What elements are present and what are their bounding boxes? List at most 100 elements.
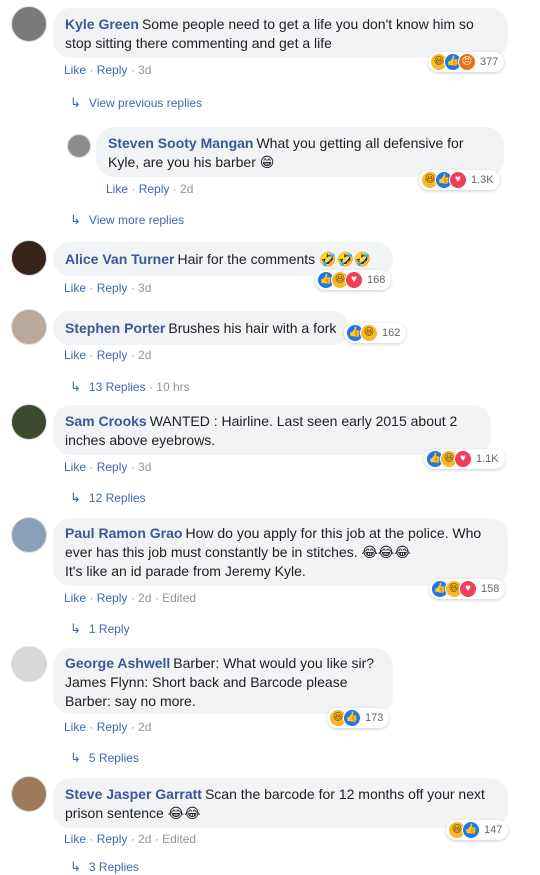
reaction-summary[interactable]: 😆 👍 147	[446, 820, 509, 840]
reaction-count: 158	[481, 583, 500, 595]
replies-link[interactable]: ↳ 1 Reply	[70, 621, 130, 637]
reaction-summary[interactable]: 👍 😆 162	[344, 323, 407, 343]
timestamp[interactable]: 2d	[138, 832, 151, 846]
commenter-name[interactable]: George Ashwell	[65, 655, 170, 671]
comment-actions: Like · Reply · 2d · Edited	[64, 832, 197, 846]
reaction-count: 168	[367, 274, 386, 286]
commenter-name[interactable]: Kyle Green	[65, 16, 139, 32]
comment-bubble: Paul Ramon Grao How do you apply for this…	[53, 518, 508, 586]
commenter-name[interactable]: Steve Jasper Garratt	[65, 786, 202, 802]
avatar[interactable]	[11, 6, 47, 42]
commenter-name[interactable]: Alice Van Turner	[65, 251, 174, 267]
reply-link[interactable]: Reply	[97, 832, 128, 846]
commenter-name[interactable]: Paul Ramon Grao	[65, 525, 182, 541]
avatar[interactable]	[11, 646, 47, 682]
reply-link[interactable]: Reply	[97, 720, 128, 734]
like-reaction-icon: 👍	[462, 821, 480, 839]
comment-actions: Like · Reply · 3d	[64, 63, 152, 77]
comment-text: Brushes his hair with a fork	[168, 320, 337, 336]
comment-text: Hair for the comments 🤣🤣🤣	[177, 251, 372, 267]
reply-arrow-icon: ↳	[70, 95, 81, 110]
reply-link[interactable]: Reply	[139, 182, 170, 196]
reaction-summary[interactable]: 😆 👍 😠 377	[428, 52, 505, 72]
reaction-count: 1.1K	[476, 453, 499, 465]
comment-text: Barber: What would you like sir?	[173, 655, 375, 671]
reaction-count: 147	[484, 824, 503, 836]
like-link[interactable]: Like	[64, 832, 86, 846]
comment-bubble: Stephen Porter Brushes his hair with a fo…	[53, 311, 349, 345]
comment-actions: Like · Reply · 2d	[106, 182, 194, 196]
reply-link[interactable]: Reply	[97, 281, 128, 295]
reaction-count: 1.3K	[471, 174, 494, 186]
view-previous-replies-link[interactable]: ↳ View previous replies	[70, 95, 202, 111]
timestamp[interactable]: 2d	[138, 348, 151, 362]
avatar[interactable]	[11, 309, 47, 345]
comment-bubble: George Ashwell Barber: What would you lik…	[53, 648, 393, 714]
reply-link[interactable]: Reply	[97, 460, 128, 474]
like-reaction-icon: 👍	[343, 709, 361, 727]
reply-arrow-icon: ↳	[70, 621, 81, 636]
like-link[interactable]: Like	[64, 63, 86, 77]
reaction-summary[interactable]: 👍 😆 ♥ 1.1K	[424, 449, 505, 469]
reaction-summary[interactable]: 👍 😆 ♥ 168	[315, 270, 392, 290]
avatar[interactable]	[11, 404, 47, 440]
reply-link[interactable]: Reply	[97, 591, 128, 605]
reaction-count: 162	[382, 327, 401, 339]
reply-link[interactable]: Reply	[97, 63, 128, 77]
replies-link[interactable]: ↳ 3 Replies	[70, 859, 139, 875]
reply-arrow-icon: ↳	[70, 490, 81, 505]
comment-actions: Like · Reply · 3d	[64, 460, 152, 474]
timestamp[interactable]: 2d	[180, 182, 193, 196]
like-link[interactable]: Like	[64, 720, 86, 734]
replies-link[interactable]: ↳ 13 Replies · 10 hrs	[70, 379, 190, 395]
timestamp[interactable]: 3d	[138, 460, 151, 474]
edited-label[interactable]: Edited	[162, 832, 196, 846]
like-link[interactable]: Like	[64, 591, 86, 605]
reply-arrow-icon: ↳	[70, 750, 81, 765]
love-reaction-icon: ♥	[454, 450, 472, 468]
comment-actions: Like · Reply · 2d	[64, 348, 152, 362]
reply-arrow-icon: ↳	[70, 212, 81, 227]
comment-actions: Like · Reply · 3d	[64, 281, 152, 295]
avatar[interactable]	[11, 776, 47, 812]
comment-actions: Like · Reply · 2d · Edited	[64, 591, 197, 605]
reaction-count: 173	[365, 712, 384, 724]
love-reaction-icon: ♥	[449, 171, 467, 189]
reaction-count: 377	[480, 56, 499, 68]
timestamp[interactable]: 3d	[138, 281, 151, 295]
replies-link[interactable]: ↳ 5 Replies	[70, 750, 139, 766]
commenter-name[interactable]: Stephen Porter	[65, 320, 165, 336]
comment-text-line: It's like an id parade from Jeremy Kyle.	[65, 563, 306, 579]
replies-link[interactable]: ↳ 12 Replies	[70, 490, 146, 506]
reaction-summary[interactable]: 😆 👍 173	[327, 708, 390, 728]
like-link[interactable]: Like	[64, 348, 86, 362]
love-reaction-icon: ♥	[345, 271, 363, 289]
angry-reaction-icon: 😠	[458, 53, 476, 71]
like-link[interactable]: Like	[64, 281, 86, 295]
timestamp[interactable]: 3d	[138, 63, 151, 77]
commenter-name[interactable]: Sam Crooks	[65, 413, 147, 429]
reaction-summary[interactable]: 👍 😆 ♥ 158	[429, 579, 506, 599]
comment-actions: Like · Reply · 2d	[64, 720, 152, 734]
reply-link[interactable]: Reply	[97, 348, 128, 362]
reaction-summary[interactable]: 😆 👍 ♥ 1.3K	[419, 170, 500, 190]
comment-bubble: Sam Crooks WANTED : Hairline. Last seen e…	[53, 405, 491, 455]
avatar[interactable]	[11, 240, 47, 276]
avatar[interactable]	[67, 134, 91, 158]
comment-bubble: Kyle Green Some people need to get a life…	[53, 8, 508, 58]
love-reaction-icon: ♥	[459, 580, 477, 598]
edited-label[interactable]: Edited	[162, 591, 196, 605]
timestamp[interactable]: 2d	[138, 591, 151, 605]
reply-arrow-icon: ↳	[70, 859, 81, 874]
avatar[interactable]	[11, 517, 47, 553]
timestamp[interactable]: 2d	[138, 720, 151, 734]
haha-reaction-icon: 😆	[360, 324, 378, 342]
comment-text-line: James Flynn: Short back and Barcode plea…	[65, 674, 348, 690]
like-link[interactable]: Like	[64, 460, 86, 474]
reply-timestamp: 10 hrs	[156, 380, 190, 394]
reply-arrow-icon: ↳	[70, 379, 81, 394]
view-more-replies-link[interactable]: ↳ View more replies	[70, 212, 184, 228]
comment-text-line: Barber: say no more.	[65, 693, 196, 709]
commenter-name[interactable]: Steven Sooty Mangan	[108, 135, 253, 151]
like-link[interactable]: Like	[106, 182, 128, 196]
